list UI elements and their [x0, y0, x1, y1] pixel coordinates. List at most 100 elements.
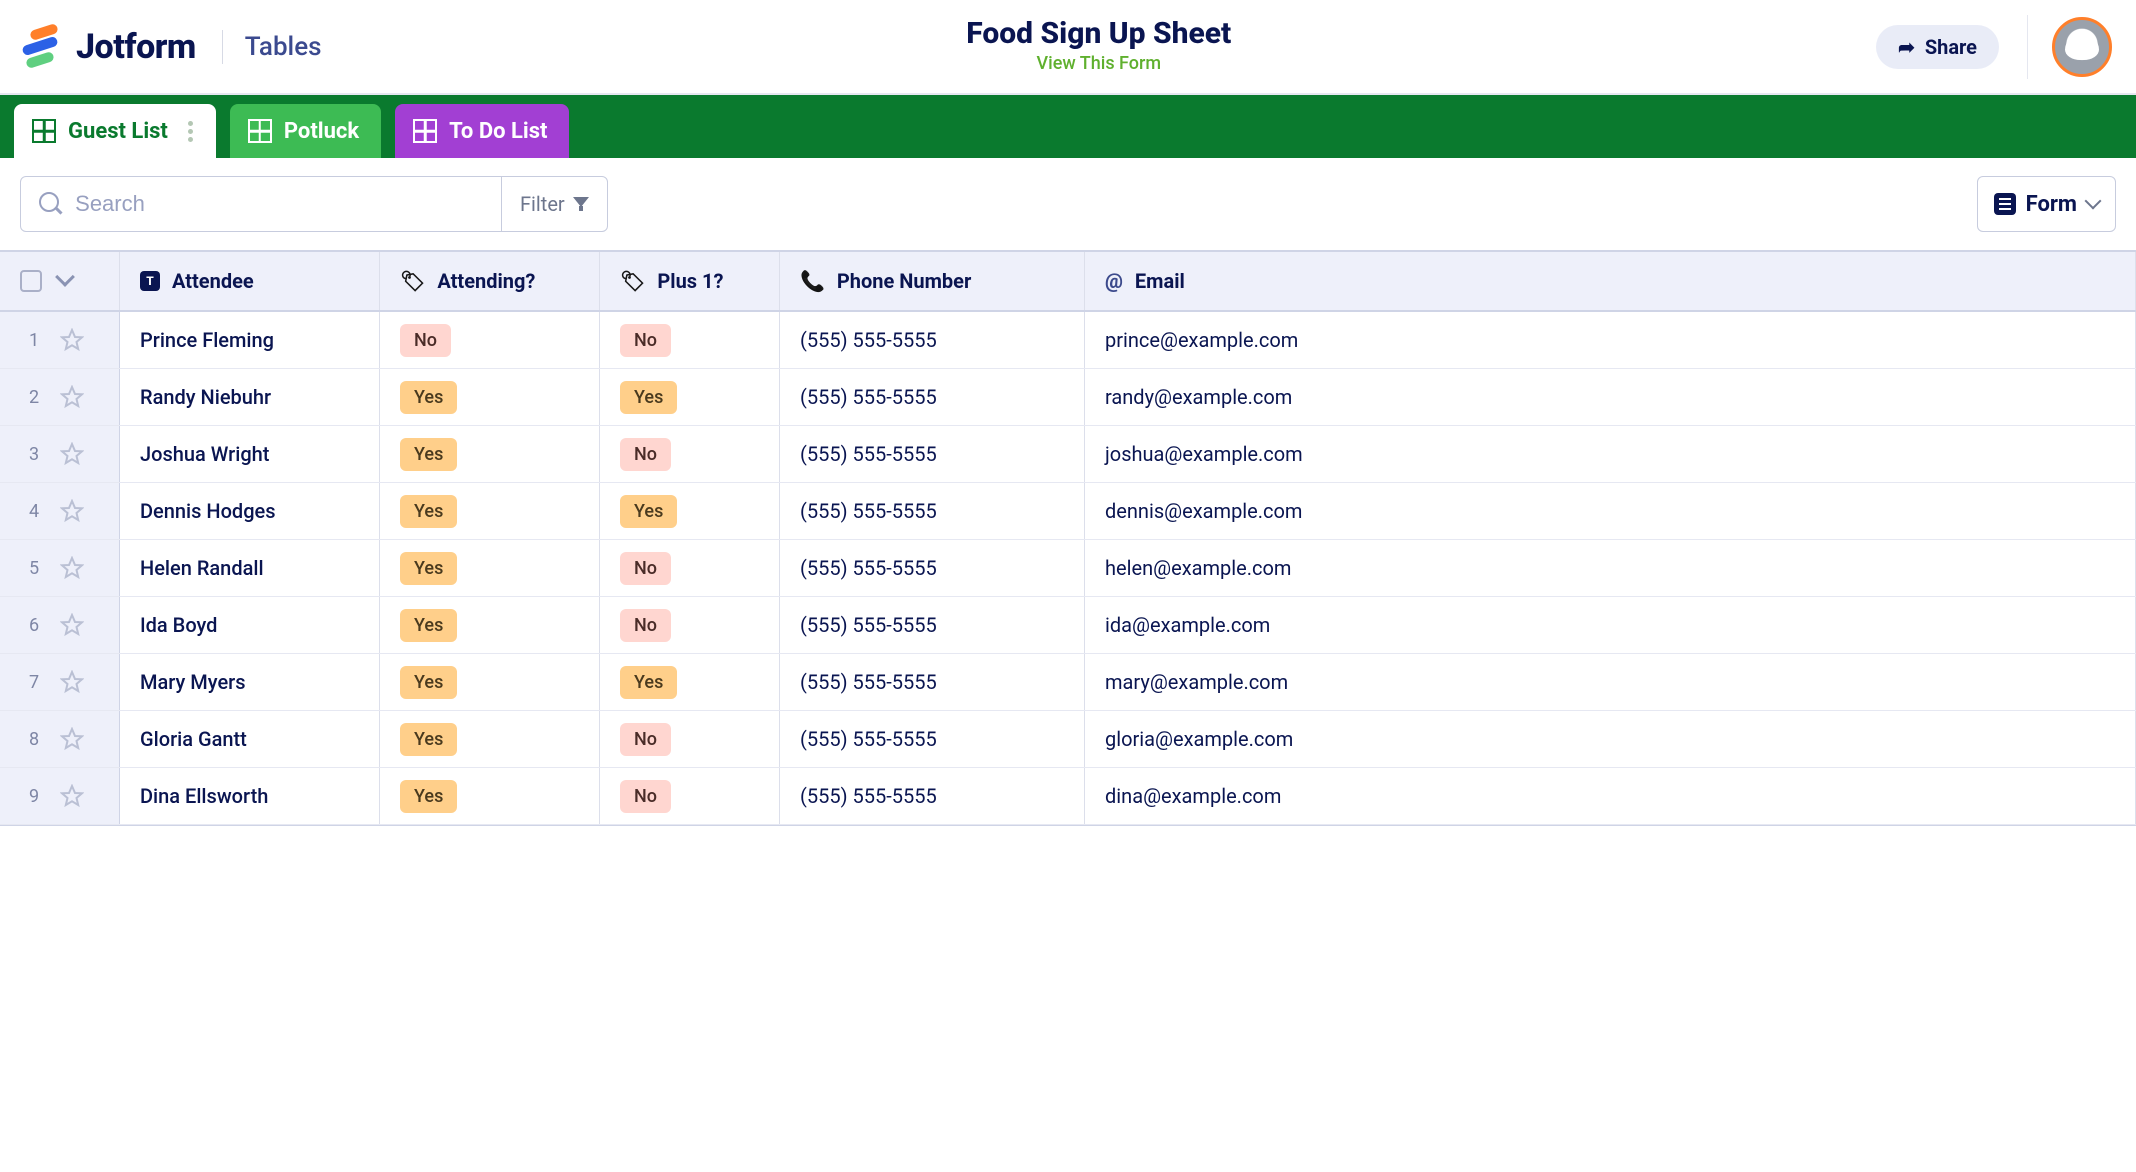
- star-icon[interactable]: [60, 670, 84, 694]
- cell-attending[interactable]: Yes: [380, 369, 600, 425]
- header-row: Attendee Attending? Plus 1? Phone Number…: [0, 252, 2136, 312]
- cell-phone[interactable]: (555) 555-5555: [780, 654, 1085, 710]
- cell-attendee[interactable]: Dennis Hodges: [120, 483, 380, 539]
- tab-todo[interactable]: To Do List: [395, 104, 569, 158]
- star-icon[interactable]: [60, 385, 84, 409]
- cell-attending[interactable]: No: [380, 312, 600, 368]
- table-row[interactable]: 8 Gloria Gantt Yes No (555) 555-5555 glo…: [0, 711, 2136, 768]
- row-gutter: 8: [0, 711, 120, 767]
- filter-icon: [573, 197, 589, 211]
- cell-phone[interactable]: (555) 555-5555: [780, 483, 1085, 539]
- table-row[interactable]: 6 Ida Boyd Yes No (555) 555-5555 ida@exa…: [0, 597, 2136, 654]
- tab-label: Guest List: [68, 119, 168, 144]
- cell-attending[interactable]: Yes: [380, 654, 600, 710]
- table-row[interactable]: 4 Dennis Hodges Yes Yes (555) 555-5555 d…: [0, 483, 2136, 540]
- cell-attendee[interactable]: Helen Randall: [120, 540, 380, 596]
- cell-attending[interactable]: Yes: [380, 540, 600, 596]
- star-icon[interactable]: [60, 328, 84, 352]
- cell-email[interactable]: randy@example.com: [1085, 369, 2136, 425]
- search-input[interactable]: [73, 190, 483, 218]
- table-row[interactable]: 1 Prince Fleming No No (555) 555-5555 pr…: [0, 312, 2136, 369]
- tag-icon: [400, 269, 425, 293]
- chevron-down-icon: [2085, 193, 2102, 210]
- cell-email[interactable]: dina@example.com: [1085, 768, 2136, 824]
- cell-attendee[interactable]: Prince Fleming: [120, 312, 380, 368]
- cell-plus1[interactable]: No: [600, 312, 780, 368]
- view-form-link[interactable]: View This Form: [322, 53, 1877, 74]
- cell-attendee[interactable]: Ida Boyd: [120, 597, 380, 653]
- row-gutter: 6: [0, 597, 120, 653]
- star-icon[interactable]: [60, 499, 84, 523]
- tab-more-icon[interactable]: [188, 121, 194, 142]
- cell-email[interactable]: joshua@example.com: [1085, 426, 2136, 482]
- chevron-down-icon[interactable]: [55, 267, 75, 287]
- cell-attendee[interactable]: Randy Niebuhr: [120, 369, 380, 425]
- table-row[interactable]: 9 Dina Ellsworth Yes No (555) 555-5555 d…: [0, 768, 2136, 825]
- select-all-checkbox[interactable]: [20, 270, 42, 292]
- cell-phone[interactable]: (555) 555-5555: [780, 312, 1085, 368]
- share-label: Share: [1925, 35, 1977, 59]
- cell-phone[interactable]: (555) 555-5555: [780, 768, 1085, 824]
- row-number: 9: [26, 786, 42, 807]
- cell-phone[interactable]: (555) 555-5555: [780, 426, 1085, 482]
- cell-phone[interactable]: (555) 555-5555: [780, 369, 1085, 425]
- brand-section[interactable]: Tables: [245, 32, 322, 62]
- tag-icon: [620, 269, 645, 293]
- at-icon: [1105, 269, 1123, 293]
- star-icon[interactable]: [60, 784, 84, 808]
- cell-attendee[interactable]: Mary Myers: [120, 654, 380, 710]
- row-gutter: 1: [0, 312, 120, 368]
- cell-plus1[interactable]: No: [600, 711, 780, 767]
- table-row[interactable]: 2 Randy Niebuhr Yes Yes (555) 555-5555 r…: [0, 369, 2136, 426]
- col-header-email[interactable]: Email: [1085, 252, 2136, 310]
- grid-icon: [413, 119, 437, 143]
- tab-label: To Do List: [449, 119, 547, 144]
- cell-attendee[interactable]: Dina Ellsworth: [120, 768, 380, 824]
- cell-attendee[interactable]: Gloria Gantt: [120, 711, 380, 767]
- avatar[interactable]: [2052, 17, 2112, 77]
- cell-plus1[interactable]: Yes: [600, 483, 780, 539]
- row-number: 7: [26, 672, 42, 693]
- cell-phone[interactable]: (555) 555-5555: [780, 540, 1085, 596]
- cell-plus1[interactable]: No: [600, 597, 780, 653]
- col-header-plus1[interactable]: Plus 1?: [600, 252, 780, 310]
- row-gutter: 7: [0, 654, 120, 710]
- cell-email[interactable]: gloria@example.com: [1085, 711, 2136, 767]
- row-number: 1: [26, 330, 42, 351]
- star-icon[interactable]: [60, 442, 84, 466]
- cell-plus1[interactable]: No: [600, 768, 780, 824]
- cell-plus1[interactable]: Yes: [600, 654, 780, 710]
- cell-attending[interactable]: Yes: [380, 597, 600, 653]
- table-row[interactable]: 3 Joshua Wright Yes No (555) 555-5555 jo…: [0, 426, 2136, 483]
- filter-button[interactable]: Filter: [501, 177, 607, 231]
- view-switcher-button[interactable]: Form: [1977, 176, 2116, 232]
- spreadsheet: Attendee Attending? Plus 1? Phone Number…: [0, 250, 2136, 826]
- cell-attending[interactable]: Yes: [380, 768, 600, 824]
- table-row[interactable]: 5 Helen Randall Yes No (555) 555-5555 he…: [0, 540, 2136, 597]
- tab-potluck[interactable]: Potluck: [230, 104, 381, 158]
- col-header-phone[interactable]: Phone Number: [780, 252, 1085, 310]
- cell-phone[interactable]: (555) 555-5555: [780, 597, 1085, 653]
- cell-attending[interactable]: Yes: [380, 426, 600, 482]
- cell-plus1[interactable]: Yes: [600, 369, 780, 425]
- star-icon[interactable]: [60, 613, 84, 637]
- tab-guest-list[interactable]: Guest List: [14, 104, 216, 158]
- col-header-attending[interactable]: Attending?: [380, 252, 600, 310]
- table-row[interactable]: 7 Mary Myers Yes Yes (555) 555-5555 mary…: [0, 654, 2136, 711]
- cell-email[interactable]: mary@example.com: [1085, 654, 2136, 710]
- share-button[interactable]: ➦ Share: [1876, 25, 1999, 69]
- cell-plus1[interactable]: No: [600, 540, 780, 596]
- cell-email[interactable]: prince@example.com: [1085, 312, 2136, 368]
- col-header-attendee[interactable]: Attendee: [120, 252, 380, 310]
- cell-phone[interactable]: (555) 555-5555: [780, 711, 1085, 767]
- cell-email[interactable]: dennis@example.com: [1085, 483, 2136, 539]
- cell-email[interactable]: ida@example.com: [1085, 597, 2136, 653]
- cell-attending[interactable]: Yes: [380, 711, 600, 767]
- cell-plus1[interactable]: No: [600, 426, 780, 482]
- cell-email[interactable]: helen@example.com: [1085, 540, 2136, 596]
- star-icon[interactable]: [60, 727, 84, 751]
- share-arrow-icon: ➦: [1898, 35, 1915, 59]
- star-icon[interactable]: [60, 556, 84, 580]
- cell-attendee[interactable]: Joshua Wright: [120, 426, 380, 482]
- cell-attending[interactable]: Yes: [380, 483, 600, 539]
